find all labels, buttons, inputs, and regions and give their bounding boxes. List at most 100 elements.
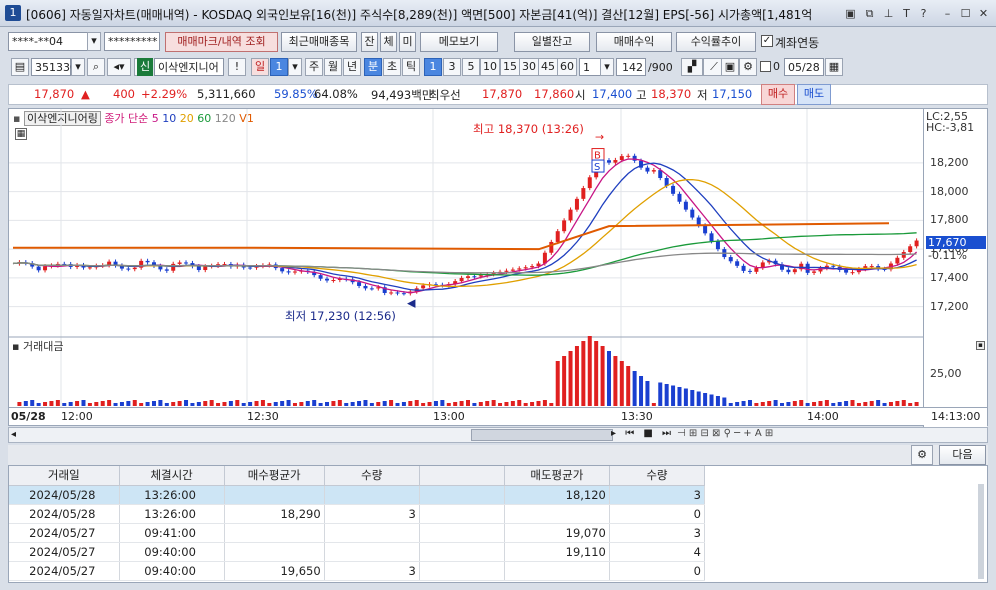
volume-bar: [562, 356, 567, 406]
period-month-button[interactable]: 월: [324, 58, 342, 76]
candle-body: [325, 278, 330, 281]
help-icon[interactable]: ?: [916, 6, 931, 21]
account-dropdown-icon[interactable]: ▾: [87, 32, 101, 51]
trade-profit-button[interactable]: 매매수익: [596, 32, 672, 52]
column-header[interactable]: 매도평균가: [504, 466, 610, 486]
chart-panel[interactable]: ▪ 이삭엔지니어링 종가 단순 5 10 20 60 120 V1 ▦ →BS◀…: [8, 108, 988, 427]
min-10-button[interactable]: 10: [480, 58, 500, 76]
balance-button[interactable]: 잔: [361, 32, 378, 52]
font-icon[interactable]: T: [899, 6, 914, 21]
new-listing-badge: 신: [137, 58, 153, 76]
account-input[interactable]: ****-**04: [8, 32, 88, 51]
min-3-button[interactable]: 3: [443, 58, 461, 76]
grid-settings-icon[interactable]: ⚙: [911, 445, 933, 465]
code-dropdown-icon[interactable]: ▾: [71, 58, 85, 76]
scroll-thumb[interactable]: [471, 429, 613, 441]
executed-button[interactable]: 체: [380, 32, 397, 52]
next-button[interactable]: 다음: [939, 445, 986, 465]
candle-body: [87, 267, 92, 269]
period-year-button[interactable]: 년: [343, 58, 361, 76]
stock-name-field[interactable]: 이삭엔지니어: [154, 58, 224, 76]
volume-maximize-icon[interactable]: ▪: [976, 341, 985, 350]
price-axis-tick: 17,800: [930, 213, 969, 227]
date-input[interactable]: 05/28: [784, 58, 824, 76]
account-link-checkbox[interactable]: ✓: [761, 35, 773, 47]
count-select[interactable]: 1: [579, 58, 601, 76]
column-header[interactable]: 매수평균가: [224, 466, 325, 486]
candle-body: [805, 263, 810, 273]
sell-button[interactable]: 매도: [797, 84, 831, 105]
column-header[interactable]: [419, 466, 505, 486]
d0-checkbox[interactable]: [760, 61, 771, 72]
table-row[interactable]: 2024/05/27 09:40:00 19,650 3 0: [9, 561, 706, 581]
daily-balance-button[interactable]: 일별잔고: [514, 32, 590, 52]
min-1-button[interactable]: 1: [424, 58, 442, 76]
settings-icon[interactable]: ⚙: [739, 58, 757, 76]
chart-tools-icons[interactable]: ⊣ ⊞ ⊟ ⊠ ⚲ ─ + A ⊞: [677, 428, 773, 439]
profit-rate-trend-button[interactable]: 수익률추이: [676, 32, 756, 52]
recent-trades-button[interactable]: 최근매매종목: [281, 32, 357, 52]
volume-bar: [433, 401, 438, 406]
period-day-button[interactable]: 일: [251, 58, 269, 76]
volume-bar: [267, 403, 272, 406]
min-45-button[interactable]: 45: [538, 58, 558, 76]
close-icon[interactable]: ✕: [976, 6, 991, 21]
candle-body: [549, 241, 554, 253]
price-axis-tick: 17,400: [930, 270, 969, 284]
pin-icon[interactable]: ⊥: [881, 6, 896, 21]
trade-mark-query-button[interactable]: 매매마크/내역 조회: [165, 32, 278, 52]
table-row[interactable]: 2024/05/27 09:41:00 19,070 3: [9, 523, 706, 543]
chart-scrollbar[interactable]: ◂ ▸ ⏮ ■ ⏭ ⊣ ⊞ ⊟ ⊠ ⚲ ─ + A ⊞: [8, 427, 988, 443]
memo-button[interactable]: 메모보기: [420, 32, 498, 52]
range-input[interactable]: 142: [616, 58, 646, 76]
ma20-line: [12, 178, 917, 288]
indicator-icon[interactable]: ▞: [681, 58, 703, 76]
min-60-button[interactable]: 60: [557, 58, 577, 76]
column-header[interactable]: 수량: [324, 466, 420, 486]
table-row[interactable]: 2024/05/27 09:40:00 19,110 4: [9, 542, 706, 562]
layout-icon[interactable]: ▣: [843, 6, 858, 21]
unexecuted-button[interactable]: 미: [399, 32, 416, 52]
volume-bar: [139, 403, 144, 406]
min-5-button[interactable]: 5: [462, 58, 480, 76]
chart-type-icon[interactable]: ▤: [11, 58, 29, 76]
volume-bar: [908, 403, 913, 406]
volume-bar: [799, 400, 804, 406]
unit-tick-button[interactable]: 틱: [402, 58, 420, 76]
column-header[interactable]: 체결시간: [119, 466, 225, 486]
save-icon[interactable]: ▣: [721, 58, 739, 76]
column-header[interactable]: 거래일: [9, 466, 120, 486]
warning-button[interactable]: !: [228, 58, 246, 76]
price-chart-svg[interactable]: →BS◀: [9, 109, 923, 409]
period-count-select[interactable]: 1: [270, 58, 288, 76]
restore-icon[interactable]: ⧉: [862, 6, 877, 21]
min-30-button[interactable]: 30: [519, 58, 539, 76]
minimize-icon[interactable]: –: [940, 6, 955, 21]
speaker-icon[interactable]: ◂▾: [107, 58, 131, 76]
period-dropdown-icon[interactable]: ▾: [288, 58, 302, 76]
volume-bar: [683, 388, 688, 406]
table-row[interactable]: 2024/05/28 13:26:00 18,290 3 0: [9, 504, 706, 524]
search-icon[interactable]: ⌕: [87, 58, 105, 76]
grid-scrollbar[interactable]: [978, 484, 984, 579]
window-number-badge: 1: [5, 5, 21, 21]
buy-button[interactable]: 매수: [761, 84, 795, 105]
table-cell: 18,290: [224, 504, 325, 524]
table-row[interactable]: 2024/05/28 13:26:00 18,120 3: [9, 485, 706, 505]
playback-controls[interactable]: ▸ ⏮ ■ ⏭: [611, 428, 674, 439]
count-dropdown-icon[interactable]: ▾: [600, 58, 614, 76]
scroll-left-icon[interactable]: ◂: [11, 429, 16, 440]
unit-second-button[interactable]: 초: [383, 58, 401, 76]
unit-minute-button[interactable]: 분: [364, 58, 382, 76]
volume-bar: [901, 400, 906, 406]
period-week-button[interactable]: 주: [305, 58, 323, 76]
calendar-icon[interactable]: ▦: [825, 58, 843, 76]
volume-bar: [671, 385, 676, 406]
column-header[interactable]: 수량: [609, 466, 706, 486]
stock-code-input[interactable]: 351330: [31, 58, 77, 76]
password-input[interactable]: *********: [104, 32, 160, 51]
volume-bar: [17, 402, 22, 406]
maximize-icon[interactable]: ☐: [958, 6, 973, 21]
min-15-button[interactable]: 15: [500, 58, 520, 76]
volume-bar: [260, 400, 265, 406]
